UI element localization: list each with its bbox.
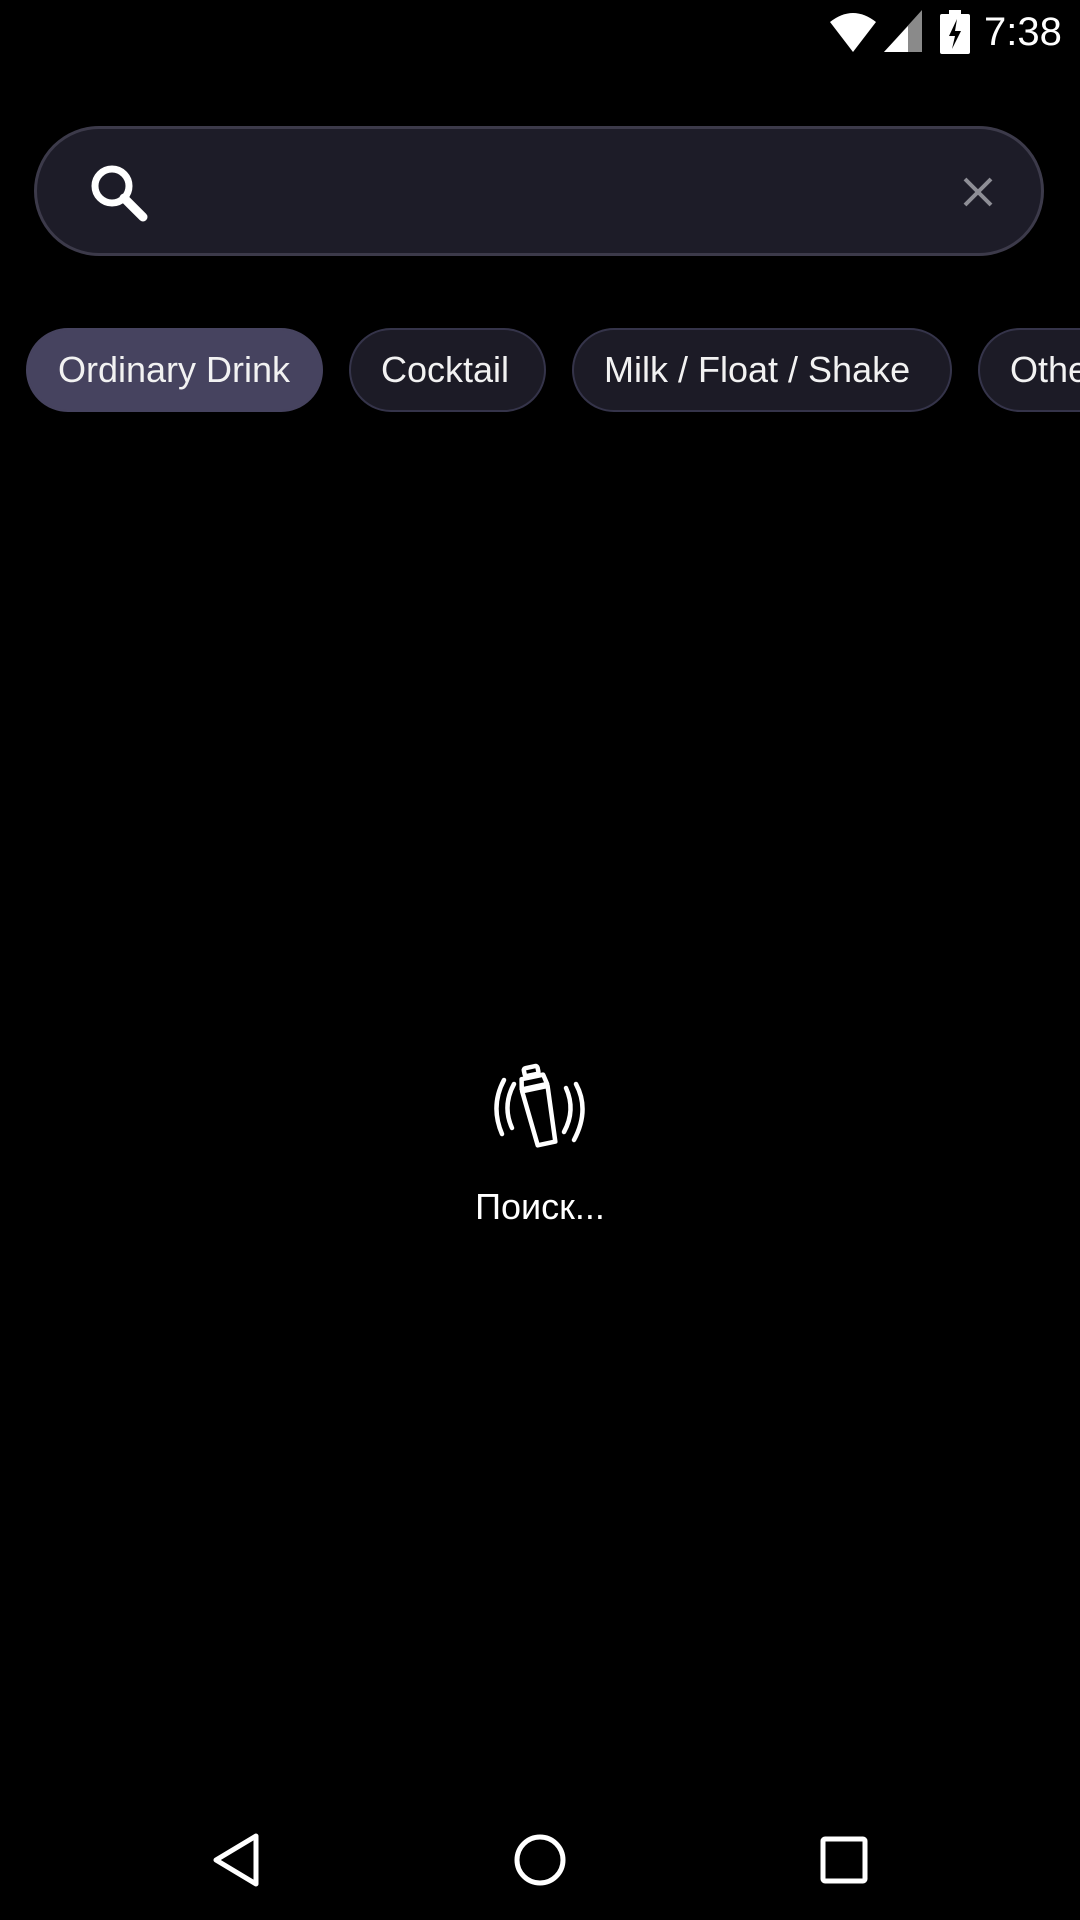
chip-cocktail[interactable]: Cocktail: [349, 328, 546, 412]
recents-icon[interactable]: [812, 1828, 876, 1892]
close-icon[interactable]: [953, 167, 1003, 217]
navigation-bar: [0, 1800, 1080, 1920]
loading-text: Поиск...: [475, 1186, 605, 1227]
signal-icon: [884, 10, 922, 52]
search-input[interactable]: [177, 149, 961, 235]
battery-charging-icon: [940, 10, 970, 54]
chip-ordinary-drink[interactable]: Ordinary Drink: [26, 328, 323, 412]
cocktail-shaker-icon: [494, 1063, 585, 1148]
status-clock: 7:38: [984, 10, 1062, 54]
chip-other-unknown[interactable]: Other / Unknown: [978, 328, 1080, 412]
category-chips: Ordinary Drink Cocktail Milk / Float / S…: [0, 328, 1080, 414]
home-icon[interactable]: [508, 1828, 572, 1892]
back-icon[interactable]: [206, 1828, 270, 1892]
wifi-icon: [830, 13, 876, 52]
search-bar[interactable]: [34, 126, 1044, 256]
status-bar: 7:38: [0, 0, 1080, 64]
search-icon: [91, 165, 148, 222]
chip-milk-float-shake[interactable]: Milk / Float / Shake: [572, 328, 952, 412]
